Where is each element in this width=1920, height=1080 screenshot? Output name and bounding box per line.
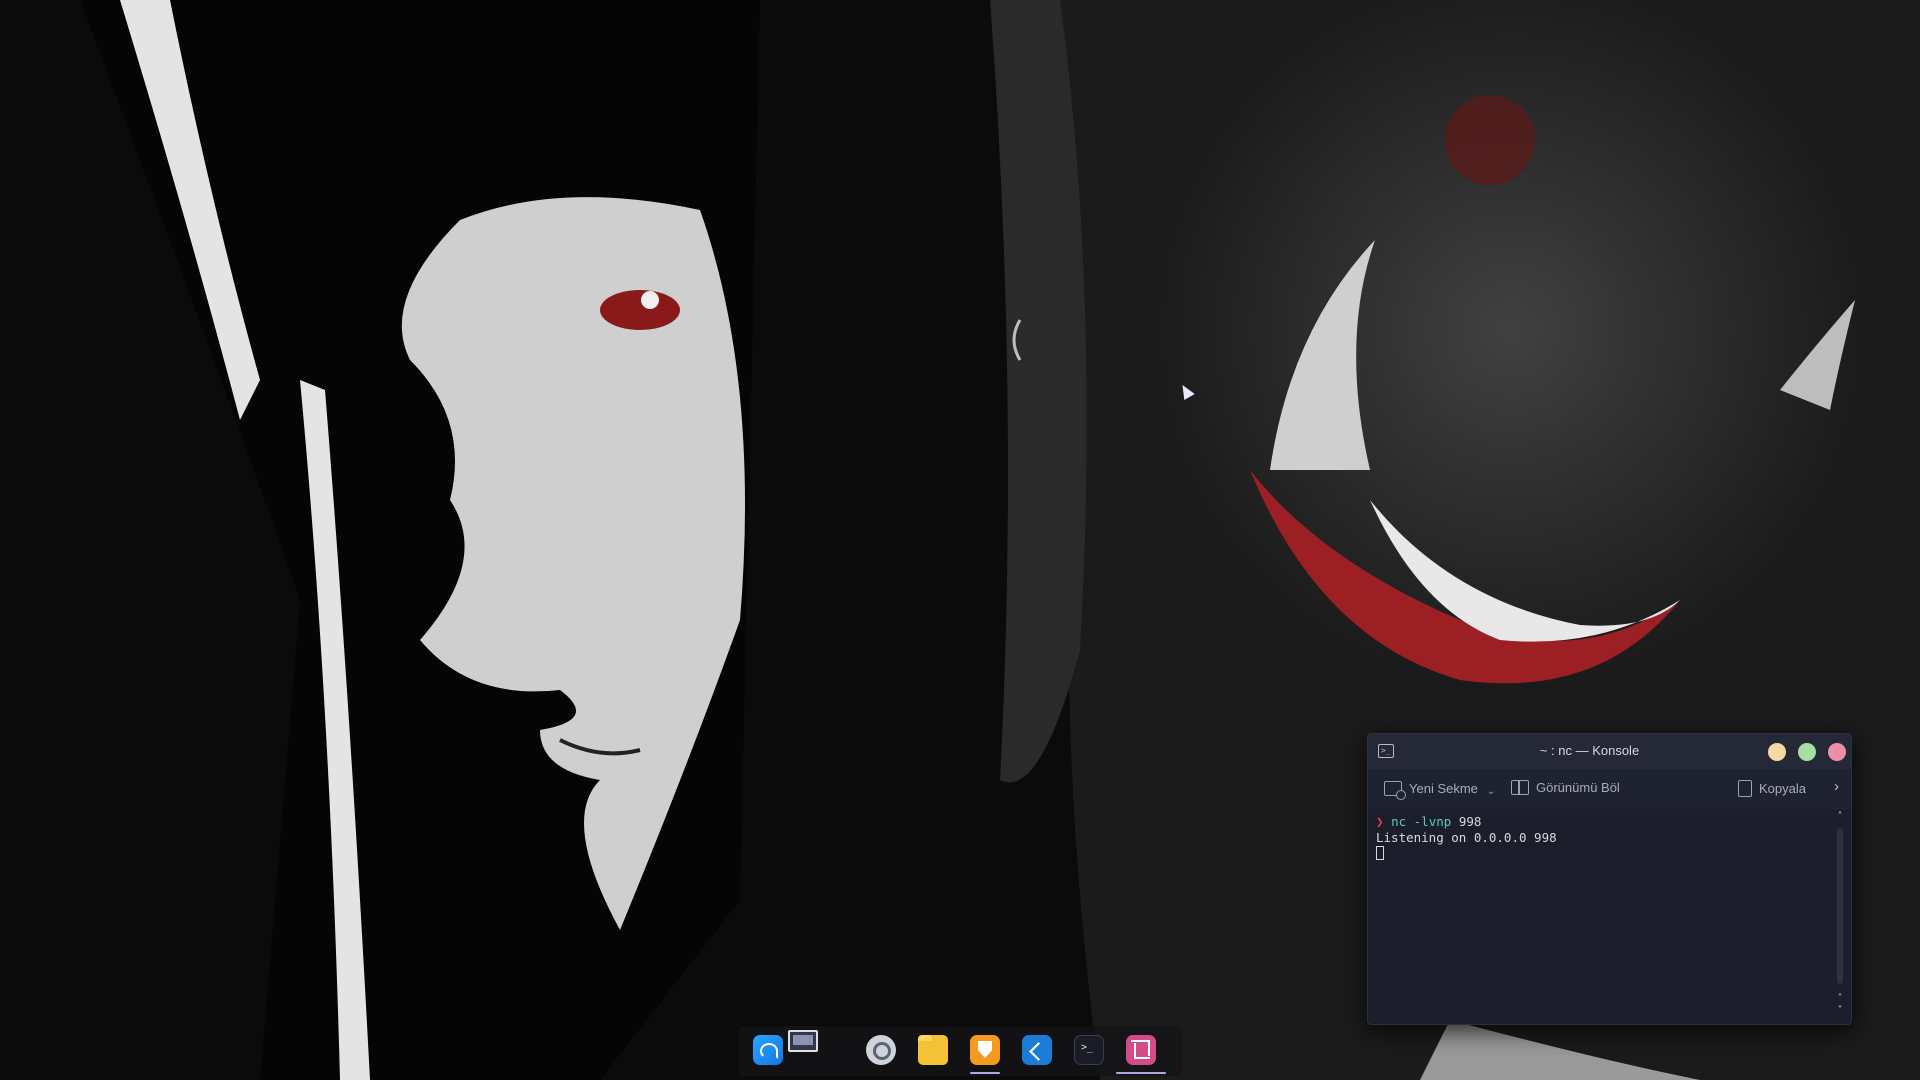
split-view-button[interactable]: Görünümü Böl	[1511, 780, 1620, 795]
terminal-icon: >_	[1378, 744, 1394, 758]
command-text: nc -lvnp	[1391, 814, 1452, 829]
taskbar-dock: >_	[738, 1026, 1182, 1076]
command-argument: 998	[1458, 814, 1482, 829]
scroll-up-icon[interactable]: ˄	[1835, 812, 1845, 822]
split-view-label: Görünümü Böl	[1536, 780, 1620, 795]
active-indicator	[1116, 1072, 1166, 1074]
konsole-toolbar: Yeni Sekme ⌄ Görünümü Böl Kopyala ›	[1368, 769, 1851, 809]
scroll-up-small-icon[interactable]: ˄	[1835, 994, 1845, 1004]
screenshot-tool-icon[interactable]	[1126, 1035, 1156, 1065]
prompt-symbol: ❯	[1376, 814, 1384, 829]
copy-icon	[1738, 780, 1752, 797]
konsole-icon[interactable]: >_	[1074, 1035, 1104, 1065]
command-line: ❯ nc -lvnp 998	[1376, 814, 1829, 830]
konsole-window[interactable]: >_ ~ : nc — Konsole Yeni Sekme ⌄ Görünüm…	[1367, 733, 1852, 1025]
split-view-icon	[1511, 780, 1529, 795]
cursor-line	[1376, 846, 1829, 862]
new-tab-label: Yeni Sekme	[1409, 781, 1478, 796]
new-tab-icon	[1384, 781, 1406, 800]
brave-browser-icon[interactable]	[970, 1035, 1000, 1065]
scrollbar[interactable]: ˄ ˄ ˅	[1835, 812, 1845, 1020]
copy-label: Kopyala	[1759, 781, 1806, 796]
scroll-track[interactable]	[1837, 828, 1843, 984]
desktop-pager-icon[interactable]	[788, 1030, 818, 1052]
copy-button[interactable]: Kopyala	[1738, 780, 1806, 797]
minimize-button[interactable]	[1768, 743, 1786, 761]
window-titlebar[interactable]: >_ ~ : nc — Konsole	[1368, 734, 1851, 769]
new-tab-button[interactable]: Yeni Sekme ⌄	[1384, 780, 1495, 800]
running-indicator	[970, 1072, 1000, 1074]
launcher-icon[interactable]	[753, 1035, 783, 1065]
chevron-down-icon[interactable]: ⌄	[1487, 786, 1495, 797]
terminal-output[interactable]: ❯ nc -lvnp 998 Listening on 0.0.0.0 998	[1376, 814, 1829, 1018]
scroll-down-icon[interactable]: ˅	[1835, 1006, 1845, 1016]
settings-icon[interactable]	[866, 1035, 896, 1065]
text-cursor	[1376, 846, 1384, 860]
chevron-right-icon[interactable]: ›	[1834, 778, 1839, 795]
vscode-icon[interactable]	[1022, 1035, 1052, 1065]
output-line: Listening on 0.0.0.0 998	[1376, 830, 1557, 845]
konsole-icon-label: >_	[1081, 1042, 1094, 1053]
close-button[interactable]	[1828, 743, 1846, 761]
maximize-button[interactable]	[1798, 743, 1816, 761]
window-title: ~ : nc — Konsole	[1539, 743, 1640, 758]
file-manager-icon[interactable]	[918, 1035, 948, 1065]
